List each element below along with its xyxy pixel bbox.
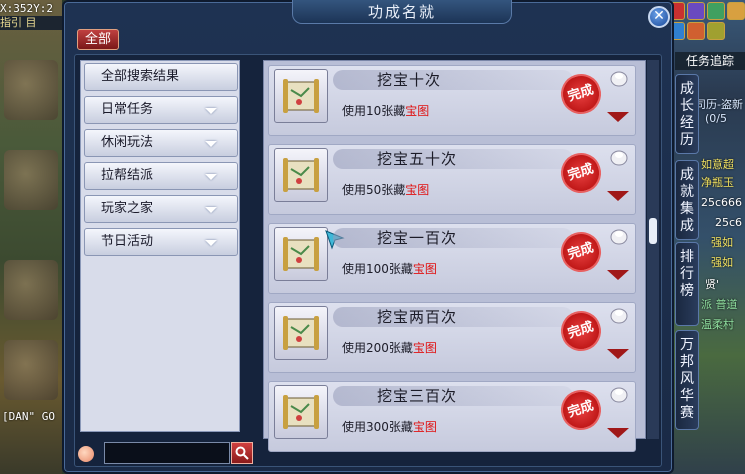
category-leisure[interactable]: 休闲玩法 [84, 129, 238, 157]
scenery-tile [4, 150, 58, 210]
map-coordinates: X:352Y:2 [0, 2, 53, 15]
category-label: 玩家之家 [101, 201, 154, 216]
tracker-line: 贤' [705, 278, 720, 291]
category-label: 全部搜索结果 [101, 69, 180, 84]
achievement-desc: 使用10张藏宝图 [342, 104, 430, 118]
chevron-down-icon [205, 141, 217, 147]
achievement-name: 挖宝十次 [377, 71, 442, 89]
achievement-name: 挖宝一百次 [377, 229, 458, 247]
achievement-name: 挖宝三百次 [377, 387, 458, 405]
bell-icon[interactable] [609, 307, 629, 325]
achievement-desc: 使用300张藏宝图 [342, 420, 437, 434]
bag-icon[interactable] [707, 2, 725, 20]
chevron-down-icon [205, 207, 217, 213]
tracker-line: 司历-盗新 [695, 98, 743, 111]
bell-icon[interactable] [609, 70, 629, 88]
achievement-card[interactable]: 挖宝五十次 使用50张藏宝图 完成 [268, 144, 636, 215]
category-daily-tasks[interactable]: 日常任务 [84, 96, 238, 124]
category-label: 拉帮结派 [101, 168, 154, 183]
treasure-map-link[interactable]: 宝图 [413, 420, 437, 434]
search-icon [235, 446, 249, 460]
window-title: 功成名就 [292, 0, 512, 24]
close-button[interactable]: ✕ [648, 6, 670, 28]
bell-icon[interactable] [609, 228, 629, 246]
tracker-line: 温柔村 [701, 318, 734, 331]
tab-all[interactable]: 全部 [77, 29, 119, 50]
treasure-map-link[interactable]: 宝图 [405, 183, 429, 197]
name-band [333, 70, 573, 90]
achievement-card[interactable]: 挖宝一百次 使用100张藏宝图 完成 [268, 223, 636, 294]
event-icon[interactable] [687, 22, 705, 40]
treasure-map-link[interactable]: 宝图 [405, 104, 429, 118]
tracker-line[interactable]: 强如 [711, 254, 733, 270]
tab-growth-history[interactable]: 成长经历 [675, 74, 699, 154]
tracker-line: 派 普道 [701, 298, 738, 311]
category-label: 休闲玩法 [101, 135, 154, 150]
expand-arrow-icon[interactable] [607, 112, 629, 122]
achievement-card[interactable]: 挖宝两百次 使用200张藏宝图 完成 [268, 302, 636, 373]
expand-arrow-icon[interactable] [607, 270, 629, 280]
category-guild[interactable]: 拉帮结派 [84, 162, 238, 190]
treasure-map-icon [274, 306, 328, 360]
expand-arrow-icon[interactable] [607, 428, 629, 438]
expand-arrow-icon[interactable] [607, 349, 629, 359]
tab-leaderboard[interactable]: 排行榜 [675, 242, 699, 326]
treasure-map-link[interactable]: 宝图 [413, 262, 437, 276]
game-world-left: X:352Y:2 指引 目 [DAN" GO [0, 0, 62, 474]
category-label: 日常任务 [101, 102, 154, 117]
chevron-down-icon [205, 240, 217, 246]
shop-icon[interactable] [707, 22, 725, 40]
tracker-line[interactable]: 强如 [711, 234, 733, 250]
chevron-down-icon [205, 108, 217, 114]
treasure-map-icon [274, 69, 328, 123]
expand-arrow-icon[interactable] [607, 191, 629, 201]
chevron-down-icon [205, 174, 217, 180]
scenery-tile [4, 60, 58, 120]
achievement-desc: 使用200张藏宝图 [342, 341, 437, 355]
category-all-results[interactable]: 全部搜索结果 [84, 63, 238, 91]
achievement-name: 挖宝五十次 [377, 150, 458, 168]
achievement-desc: 使用100张藏宝图 [342, 262, 437, 276]
tracker-line[interactable]: 25c666 [701, 196, 742, 209]
category-festival[interactable]: 节日活动 [84, 228, 238, 256]
treasure-map-icon [274, 148, 328, 202]
gift-icon[interactable] [727, 2, 745, 20]
scenery-tile [4, 340, 58, 400]
hud-toolstrip[interactable]: 指引 目 [0, 16, 62, 30]
tab-wanbang-contest[interactable]: 万邦风华赛 [675, 330, 699, 430]
achievement-desc: 使用50张藏宝图 [342, 183, 430, 197]
peach-icon [78, 446, 94, 462]
tracker-line: (0/5 [705, 112, 727, 125]
list-scrollbar[interactable] [647, 60, 659, 439]
tab-achievements[interactable]: 成就集成 [675, 160, 699, 240]
scenery-tile [4, 260, 58, 320]
skill-icon[interactable] [687, 2, 705, 20]
treasure-map-link[interactable]: 宝图 [413, 341, 437, 355]
bell-icon[interactable] [609, 386, 629, 404]
bell-icon[interactable] [609, 149, 629, 167]
category-label: 节日活动 [101, 234, 154, 249]
treasure-map-icon [274, 227, 328, 281]
chat-line: [DAN" GO [2, 410, 55, 423]
scrollbar-thumb[interactable] [649, 218, 657, 244]
tracker-line[interactable]: 25c6 [715, 216, 742, 229]
achievement-name: 挖宝两百次 [377, 308, 458, 326]
achievement-card[interactable]: 挖宝十次 使用10张藏宝图 完成 [268, 65, 636, 136]
tracker-line[interactable]: 如意超 [701, 156, 734, 172]
search-button[interactable] [231, 442, 253, 464]
achievement-card[interactable]: 挖宝三百次 使用300张藏宝图 完成 [268, 381, 636, 452]
task-tracker-label[interactable]: 任务追踪 [675, 52, 745, 70]
treasure-map-icon [274, 385, 328, 439]
search-input[interactable] [104, 442, 230, 464]
category-player-home[interactable]: 玩家之家 [84, 195, 238, 223]
tracker-line[interactable]: 净瓶玉 [701, 174, 734, 190]
